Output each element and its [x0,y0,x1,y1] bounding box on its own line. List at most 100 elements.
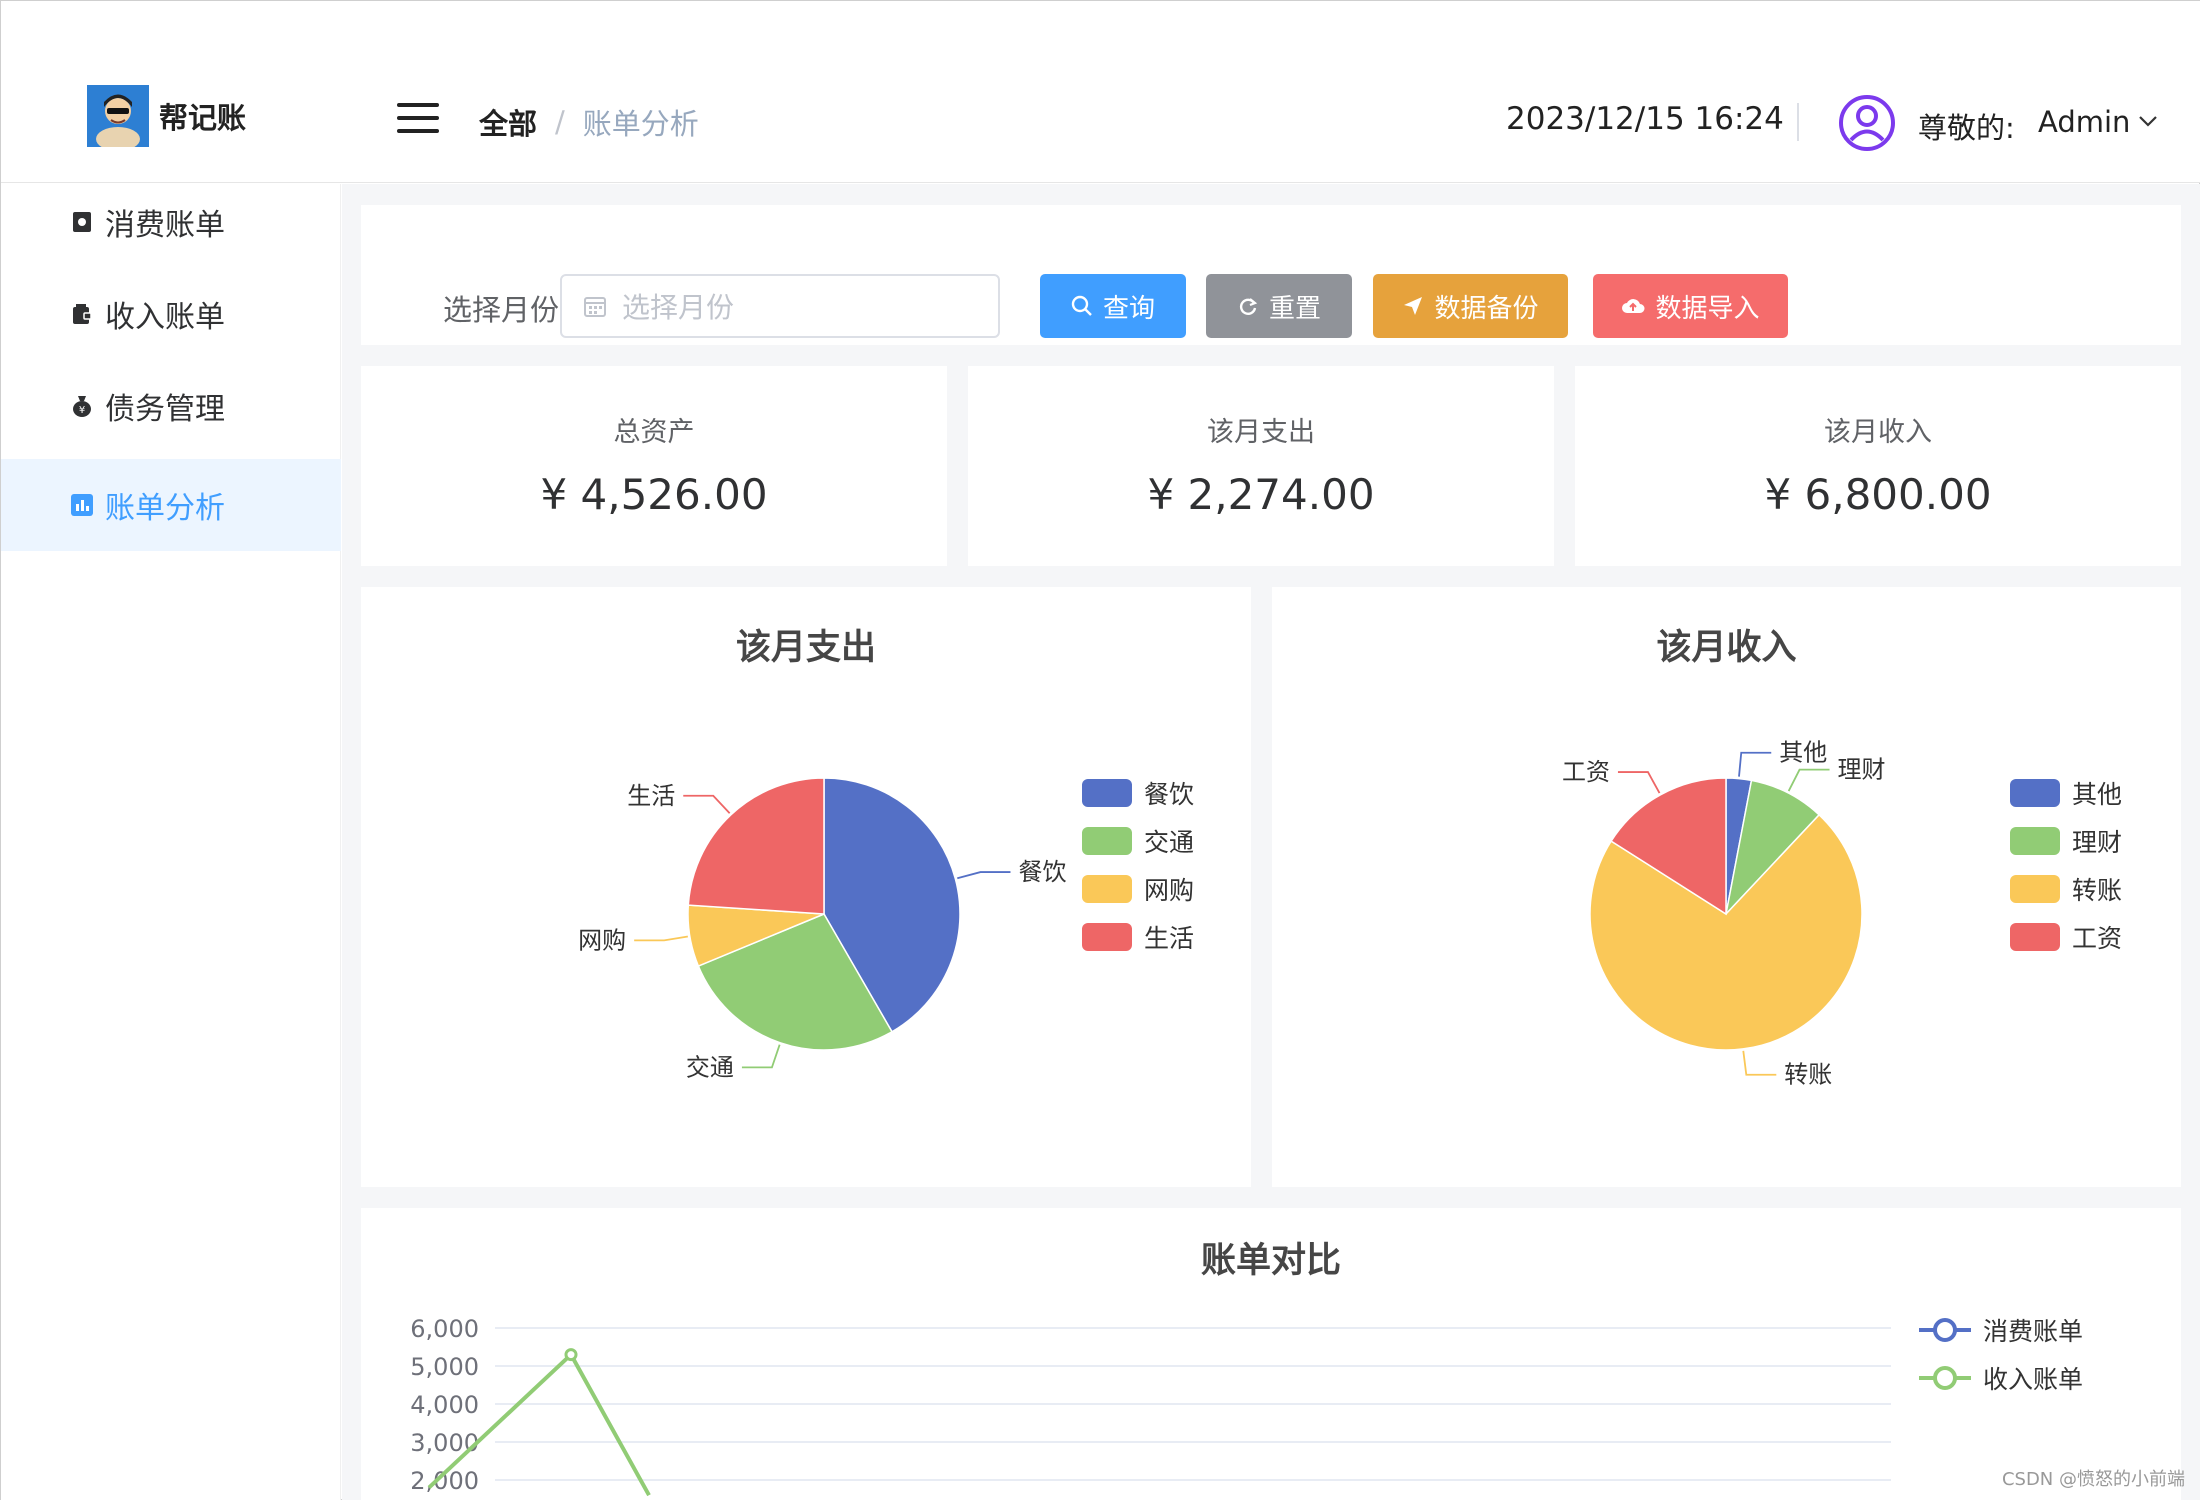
user-avatar-icon[interactable] [1837,93,1897,153]
breadcrumb-current: 账单分析 [582,107,699,141]
reset-button-label: 重置 [1268,293,1321,324]
legend-swatch [1082,827,1132,855]
sidebar-item-label: 债务管理 [105,392,225,427]
app-window: 帮记账 全部 / 账单分析 2023/12/15 16:24 尊敬的: Admi… [0,0,2200,1500]
sidebar-item-expense-bills[interactable]: 消费账单 [1,176,341,268]
legend-item[interactable]: 消费账单 [1919,1312,2083,1348]
bar-chart-icon [71,493,93,517]
legend-item[interactable]: 理财 [2010,823,2122,859]
hamburger-icon-bar [397,129,439,133]
money-bag-icon: ¥ [71,394,93,418]
sidebar-item-label: 账单分析 [105,491,225,526]
query-button[interactable]: 查询 [1040,274,1186,338]
legend-item[interactable]: 工资 [2010,919,2122,955]
app-logo[interactable]: 帮记账 [87,85,246,147]
cloud-upload-icon [1622,299,1645,313]
legend-item[interactable]: 交通 [1082,823,1194,859]
stat-card-month-income: 该月收入 ¥ 6,800.00 [1575,366,2181,566]
legend-line-swatch [1919,1366,1971,1390]
y-tick-label: 5,000 [410,1353,479,1381]
month-picker-input[interactable]: 选择月份 [560,274,1000,338]
top-header: 帮记账 全部 / 账单分析 2023/12/15 16:24 尊敬的: Admi… [1,1,2200,183]
legend-swatch [1082,875,1132,903]
bill-compare-line-chart: 6,0005,0004,0003,0002,000 [410,1315,1891,1497]
legend-item[interactable]: 网购 [1082,871,1194,907]
pie-label-line [1617,771,1661,794]
backup-button[interactable]: 数据备份 [1373,274,1568,338]
search-icon [1071,295,1092,316]
user-name[interactable]: Admin [2038,105,2130,139]
month-filter-label: 选择月份 [443,293,560,327]
hamburger-icon-bar [397,116,439,120]
legend-item[interactable]: 收入账单 [1919,1360,2083,1396]
legend-swatch [2010,875,2060,903]
refresh-icon [1239,298,1258,315]
breadcrumb-separator: / [555,105,565,139]
legend-label: 理财 [2072,828,2123,857]
current-datetime: 2023/12/15 16:24 [1506,101,1784,137]
reset-button[interactable]: 重置 [1206,274,1352,338]
month-picker-placeholder: 选择月份 [622,291,735,324]
sidebar: 消费账单 收入账单 ¥ 债务管理 账单分析 [1,184,341,1500]
main-content: 选择月份 选择月份 查询 重置 数据备份 数据导入 总资产 ¥ 4,526.00… [342,184,2200,1500]
sidebar-item-label: 消费账单 [105,208,225,243]
import-button[interactable]: 数据导入 [1593,274,1788,338]
filter-bar: 选择月份 选择月份 查询 重置 数据备份 数据导入 [361,205,2181,345]
pie-label: 餐饮 [1018,858,1066,886]
receipt-icon [71,210,93,234]
sidebar-item-income-bills[interactable]: 收入账单 [1,268,341,360]
bill-compare-card: 账单对比 6,000 5,000 4,000 3,000 2,000 消费账单 收入账单 [361,1208,2181,1500]
backup-button-label: 数据备份 [1434,293,1539,324]
pie-label-line [957,871,1011,880]
legend-swatch [1082,923,1132,951]
pie-slice[interactable] [687,777,825,915]
app-name: 帮记账 [159,101,247,135]
pie-label: 生活 [627,782,675,810]
wallet-icon [71,302,93,326]
legend-swatch [1082,779,1132,807]
import-button-label: 数据导入 [1655,293,1760,324]
legend-swatch [2010,923,2060,951]
legend-label: 收入账单 [1983,1365,2084,1394]
watermark: CSDN @愤怒的小前端 [2001,1469,2185,1490]
legend-item[interactable]: 转账 [2010,871,2122,907]
stat-value: ¥ 4,526.00 [540,470,768,519]
legend-swatch [2010,779,2060,807]
send-icon [1404,297,1423,315]
stat-card-month-expense: 该月支出 ¥ 2,274.00 [968,366,1554,566]
legend-line-swatch [1919,1318,1971,1342]
stat-value: ¥ 2,274.00 [1147,470,1375,519]
sidebar-item-label: 收入账单 [105,300,225,335]
legend-label: 餐饮 [1144,780,1195,809]
y-tick-label: 4,000 [410,1391,479,1419]
legend-item[interactable]: 餐饮 [1082,775,1194,811]
series-point-income[interactable] [564,1348,578,1362]
pie-label-line [1738,751,1772,777]
breadcrumb-root[interactable]: 全部 [479,101,537,143]
logo-avatar-icon [87,85,149,147]
y-tick-label: 6,000 [410,1315,479,1343]
legend-item[interactable]: 其他 [2010,775,2122,811]
stat-label: 总资产 [613,417,695,448]
hamburger-icon-bar [397,103,439,107]
sidebar-item-bill-analysis[interactable]: 账单分析 [1,459,341,551]
legend-item[interactable]: 生活 [1082,919,1194,955]
chevron-down-icon[interactable] [2138,115,2158,127]
stat-label: 该月收入 [1824,417,1932,448]
pie-label-line [1742,1050,1777,1076]
pie-label: 交通 [686,1053,734,1081]
pie-label: 其他 [1779,739,1827,767]
header-divider [1797,103,1799,141]
menu-toggle-button[interactable] [397,103,439,135]
expense-pie-card: 该月支出 餐饮 交通 网购 生活 餐饮 交通 网购 生活 [361,587,1251,1187]
legend-label: 生活 [1144,924,1195,953]
sidebar-item-debt-management[interactable]: ¥ 债务管理 [1,360,341,452]
pie-label-line [1787,768,1830,792]
legend-label: 其他 [2072,780,2123,809]
legend-swatch [2010,827,2060,855]
stat-card-total-assets: 总资产 ¥ 4,526.00 [361,366,947,566]
legend-label: 转账 [2072,876,2123,905]
pie-label-line [741,1044,781,1069]
query-button-label: 查询 [1102,293,1155,324]
svg-text:¥: ¥ [79,405,85,416]
